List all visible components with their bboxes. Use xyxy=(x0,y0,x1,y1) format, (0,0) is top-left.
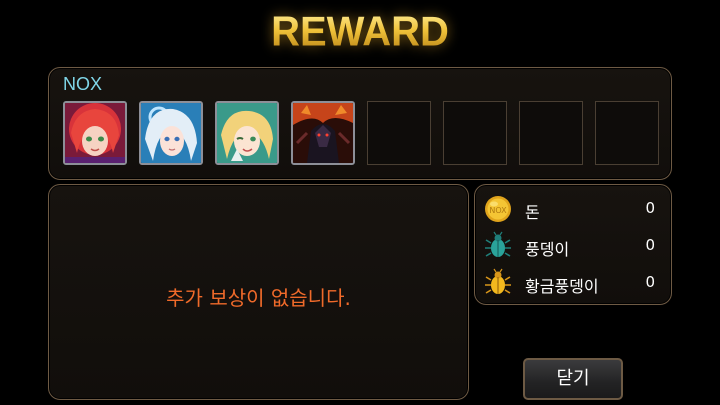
resource-panel: NOX 돈 0 풍뎅이 0 황금풍뎅이 0 xyxy=(474,184,672,305)
golden-beetle-label: 황금풍뎅이 xyxy=(525,277,599,296)
red-haired-girl-portrait-icon xyxy=(65,103,125,163)
svg-text:NOX: NOX xyxy=(489,206,507,215)
teal-beetle-icon xyxy=(485,231,511,257)
empty-slot-8 xyxy=(595,101,659,165)
golden-beetle-icon xyxy=(485,268,511,294)
resource-row-beetle: 풍뎅이 0 xyxy=(475,231,671,265)
close-button[interactable]: 닫기 xyxy=(523,358,623,400)
hero-slot-1[interactable] xyxy=(63,101,127,165)
no-bonus-message: 추가 보상이 없습니다. xyxy=(166,286,351,310)
dark-demon-portrait-icon xyxy=(293,103,353,163)
bonus-reward-panel: 추가 보상이 없습니다. xyxy=(48,184,469,400)
gold-coin-icon: NOX xyxy=(485,196,511,222)
empty-slot-5 xyxy=(367,101,431,165)
hero-slot-4[interactable] xyxy=(291,101,355,165)
blonde-elf-portrait-icon xyxy=(217,103,277,163)
beetle-label: 풍뎅이 xyxy=(525,240,570,259)
resource-row-money: NOX 돈 0 xyxy=(475,194,671,228)
money-value: 0 xyxy=(645,199,655,217)
team-name: NOX xyxy=(63,74,103,94)
white-haired-girl-portrait-icon xyxy=(141,103,201,163)
empty-slot-7 xyxy=(519,101,583,165)
team-panel: NOX xyxy=(48,67,672,180)
resource-row-golden-beetle: 황금풍뎅이 0 xyxy=(475,268,671,302)
money-label: 돈 xyxy=(525,203,540,222)
hero-slot-2[interactable] xyxy=(139,101,203,165)
golden-beetle-value: 0 xyxy=(645,273,655,291)
hero-slot-3[interactable] xyxy=(215,101,279,165)
empty-slot-6 xyxy=(443,101,507,165)
reward-title: REWARD xyxy=(0,9,720,56)
beetle-value: 0 xyxy=(645,236,655,254)
